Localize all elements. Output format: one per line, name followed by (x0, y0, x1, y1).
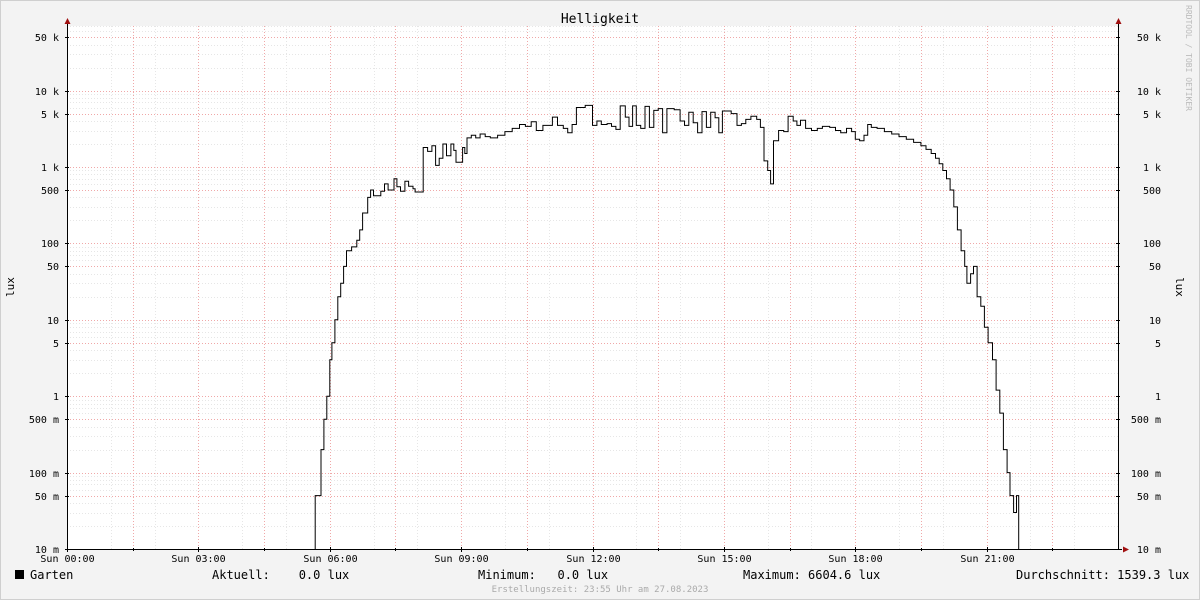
y-tick-label-left: 1 k (41, 163, 59, 174)
y-tick-label-right: 5 k (1143, 110, 1161, 121)
chart-title: Helligkeit (561, 12, 639, 27)
stat-current-label: Aktuell: (212, 568, 270, 582)
stat-maximum-value: 6604.6 lux (808, 568, 881, 582)
y-tick-label-right: 10 m (1137, 545, 1161, 556)
y-tick-label-left: 10 (47, 316, 59, 327)
y-tick-label-left: 500 (41, 186, 59, 197)
x-tick-label: Sun 21:00 (960, 554, 1014, 565)
y-tick-label-left: 100 m (29, 469, 59, 480)
y-tick-label-left: 1 (53, 392, 59, 403)
x-tick-label: Sun 18:00 (828, 554, 882, 565)
x-tick-label: Sun 09:00 (434, 554, 488, 565)
y-tick-label-right: 500 m (1131, 415, 1161, 426)
legend-stat-average: Durchschnitt: 1539.3 lux (1016, 568, 1189, 582)
y-tick-label-left: 50 m (35, 492, 59, 503)
legend-swatch-garten (15, 570, 24, 579)
y-tick-label-right: 50 (1149, 262, 1161, 273)
creation-time: Erstellungszeit: 23:55 Uhr am 27.08.2023 (492, 585, 709, 595)
stat-current-value: 0.0 lux (298, 568, 350, 582)
y-tick-label-right: 50 m (1137, 492, 1161, 503)
y-tick-label-left: 50 k (35, 33, 59, 44)
stat-minimum-value: 0.0 lux (557, 568, 609, 582)
y-tick-label-right: 100 (1143, 239, 1161, 250)
y-tick-label-left: 5 (53, 339, 59, 350)
y-axis-label-right: lux (1173, 277, 1186, 297)
legend-stat-minimum: Minimum: 0.0 lux (478, 568, 608, 582)
y-tick-label-right: 1 (1155, 392, 1161, 403)
y-tick-label-left: 50 (47, 262, 59, 273)
stat-minimum-label: Minimum: (478, 568, 536, 582)
x-tick-label: Sun 12:00 (566, 554, 620, 565)
y-tick-label-right: 100 m (1131, 469, 1161, 480)
stat-average-label: Durchschnitt: (1016, 568, 1110, 582)
y-tick-label-right: 5 (1155, 339, 1161, 350)
x-tick-label: Sun 03:00 (171, 554, 225, 565)
y-axis-label-left: lux (4, 277, 17, 297)
y-tick-label-left: 10 k (35, 87, 59, 98)
legend-stat-current: Aktuell: 0.0 lux (212, 568, 349, 582)
x-tick-label: Sun 06:00 (303, 554, 357, 565)
plot-area (67, 26, 1118, 549)
y-tick-label-right: 1 k (1143, 163, 1161, 174)
y-tick-label-left: 500 m (29, 415, 59, 426)
y-tick-label-left: 100 (41, 239, 59, 250)
y-tick-label-right: 50 k (1137, 33, 1161, 44)
legend: Garten Aktuell: 0.0 lux Minimum: 0.0 lux… (0, 566, 1200, 584)
y-tick-label-right: 500 (1143, 186, 1161, 197)
stat-maximum-label: Maximum: (743, 568, 801, 582)
rrdtool-credit: RRDTOOL / TOBI OETIKER (1184, 5, 1193, 111)
stat-average-value: 1539.3 lux (1117, 568, 1190, 582)
x-tick-label: Sun 00:00 (40, 554, 94, 565)
legend-stat-maximum: Maximum: 6604.6 lux (743, 568, 880, 582)
legend-series-name: Garten (30, 568, 74, 582)
y-tick-label-right: 10 k (1137, 87, 1161, 98)
y-tick-label-left: 5 k (41, 110, 59, 121)
y-tick-label-right: 10 (1149, 316, 1161, 327)
x-tick-label: Sun 15:00 (697, 554, 751, 565)
brightness-chart: 50 k 10 k 5 k 1 k 500 100 50 10 5 1 500 m 100 m 50 m… (0, 0, 1200, 600)
